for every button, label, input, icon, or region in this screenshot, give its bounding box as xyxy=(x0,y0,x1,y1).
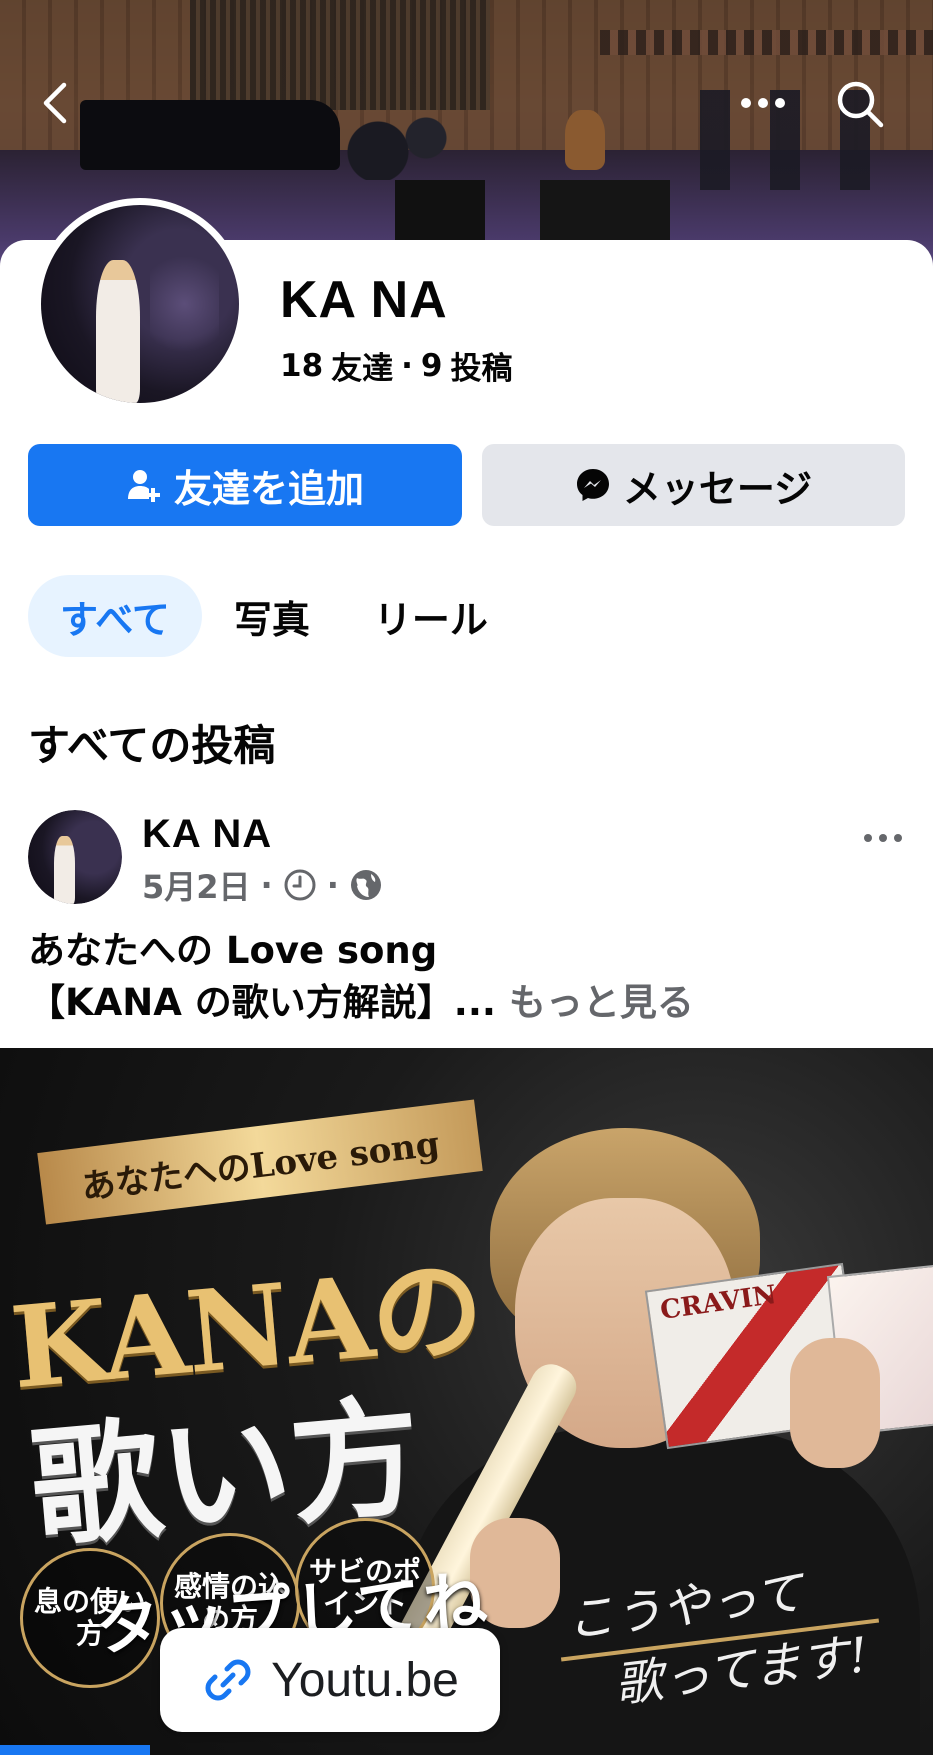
search-icon xyxy=(837,81,884,128)
thumbnail-banner-text: あなたへのLove song xyxy=(79,1123,442,1208)
avatar-image xyxy=(41,205,239,403)
posts-label: 投稿 xyxy=(450,351,513,387)
post-text-line2-body: 【KANA の歌い方解説】... xyxy=(28,981,496,1024)
post-text-line2: 【KANA の歌い方解説】... もっと見る xyxy=(28,977,694,1029)
meta-separator: · xyxy=(326,866,339,904)
more-horizontal-icon xyxy=(741,98,785,108)
globe-icon xyxy=(350,870,381,900)
cover-amp xyxy=(540,180,670,240)
add-friend-button[interactable]: 友達を追加 xyxy=(28,444,462,526)
profile-stats: 18 友達 · 9 投稿 xyxy=(280,343,513,388)
post-author-name[interactable]: KA NA xyxy=(142,812,272,857)
post-meta: 5月2日 · · xyxy=(142,862,383,908)
messenger-icon xyxy=(576,469,609,501)
cover-organ xyxy=(190,0,490,110)
post-video-thumbnail[interactable]: CRAVIN あなたへのLove song KANAの 歌い方 息の使い方 感情… xyxy=(0,1048,933,1755)
chevron-left-icon xyxy=(43,82,67,124)
post-more-button[interactable] xyxy=(858,818,908,858)
cover-amp xyxy=(395,180,485,240)
message-button[interactable]: メッセージ xyxy=(482,444,905,526)
cover-audience xyxy=(600,30,933,55)
cover-conga xyxy=(565,110,605,170)
section-title: すべての投稿 xyxy=(28,721,276,770)
thumbnail-hand xyxy=(790,1338,880,1468)
avatar-stage-light xyxy=(149,244,220,364)
add-friend-label: 友達を追加 xyxy=(173,466,364,511)
person-add-icon xyxy=(127,470,160,502)
link-icon xyxy=(205,1659,251,1701)
tab-photos[interactable]: 写真 xyxy=(202,575,342,657)
cover-piano xyxy=(80,100,340,170)
profile-tabs: すべて 写真 リール xyxy=(28,575,520,657)
post-date[interactable]: 5月2日 xyxy=(142,862,251,908)
tab-reels[interactable]: リール xyxy=(342,575,520,657)
clock-icon xyxy=(284,869,316,901)
message-label: メッセージ xyxy=(622,466,813,511)
more-options-button[interactable] xyxy=(735,78,791,128)
post-text-line1: あなたへの Love song xyxy=(28,929,438,972)
profile-name: KA NA xyxy=(280,271,448,329)
posts-count: 9 xyxy=(420,347,443,384)
search-button[interactable] xyxy=(830,76,890,132)
meta-separator: · xyxy=(260,866,273,904)
back-button[interactable] xyxy=(30,78,80,128)
post-text: あなたへの Love song 【KANA の歌い方解説】... もっと見る xyxy=(28,925,694,1029)
see-more-link[interactable]: もっと見る xyxy=(509,981,694,1024)
profile-avatar[interactable] xyxy=(34,198,246,410)
link-chip[interactable]: Youtu.be xyxy=(160,1628,500,1732)
post-avatar-singer xyxy=(54,836,75,904)
friends-label[interactable]: 友達 xyxy=(331,343,393,388)
post-author-avatar[interactable] xyxy=(28,810,122,904)
tab-all[interactable]: すべて xyxy=(28,575,202,657)
post-avatar-image xyxy=(28,810,122,904)
thumbnail-banner: あなたへのLove song xyxy=(37,1099,483,1225)
link-label: Youtu.be xyxy=(271,1653,459,1707)
friends-count[interactable]: 18 xyxy=(280,348,323,384)
cover-drums xyxy=(330,110,450,180)
avatar-singer xyxy=(96,260,140,403)
bottom-indicator xyxy=(0,1745,150,1755)
more-horizontal-icon xyxy=(864,834,902,842)
stats-separator: · xyxy=(401,347,413,384)
